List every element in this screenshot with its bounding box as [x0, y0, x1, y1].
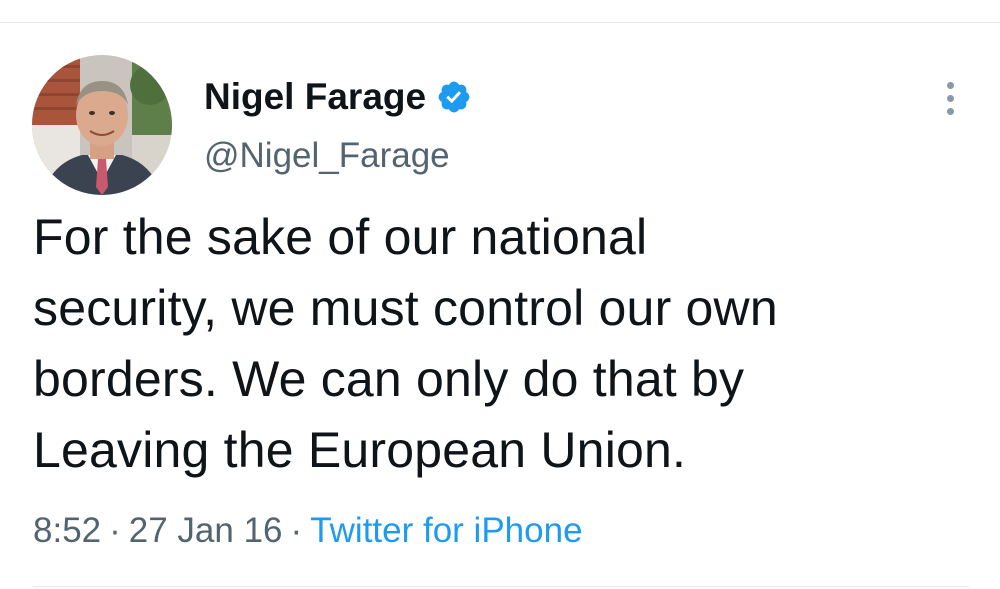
verified-badge-icon	[438, 81, 470, 113]
meta-separator: ·	[109, 511, 121, 550]
more-dot	[946, 107, 954, 115]
tweet-source-link[interactable]: Twitter for iPhone	[310, 511, 582, 550]
tweet-text-line: Leaving the European Union.	[33, 422, 687, 478]
author-name-row[interactable]: Nigel Farage	[204, 74, 472, 120]
tweet-time[interactable]: 8:52	[33, 511, 101, 550]
author-handle[interactable]: @Nigel_Farage	[204, 134, 450, 178]
avatar-photo	[32, 55, 172, 195]
tweet-metadata: 8:52 · 27 Jan 16 · Twitter for iPhone	[33, 508, 583, 554]
tweet-text-line: borders. We can only do that by	[33, 351, 745, 407]
author-display-name[interactable]: Nigel Farage	[204, 74, 426, 120]
more-options-icon[interactable]	[930, 76, 970, 120]
meta-separator: ·	[290, 511, 303, 550]
tweet-date[interactable]: 27 Jan 16	[129, 511, 283, 550]
bottom-divider	[33, 586, 969, 587]
more-dot	[946, 81, 954, 89]
tweet-text: For the sake of our national security, w…	[33, 202, 953, 486]
tweet-text-line: For the sake of our national	[33, 209, 648, 265]
top-divider	[0, 22, 1000, 23]
tweet-text-line: security, we must control our own	[33, 280, 778, 336]
more-dot	[946, 94, 954, 102]
avatar[interactable]	[32, 55, 172, 195]
